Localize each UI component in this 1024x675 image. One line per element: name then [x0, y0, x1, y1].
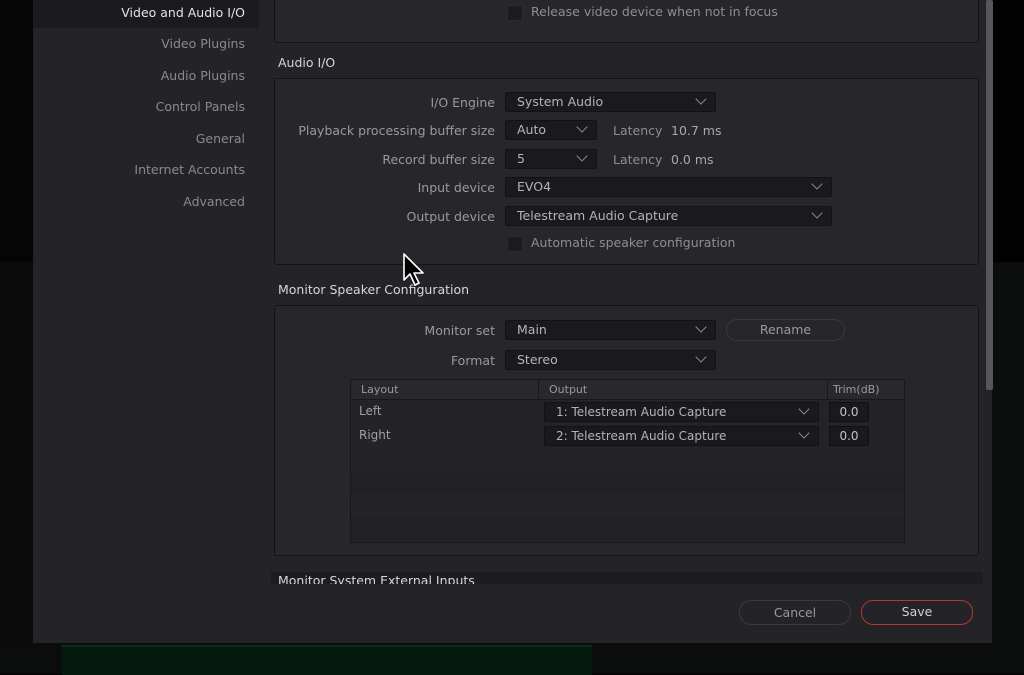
preferences-content: Release video device when not in focus A…	[269, 0, 985, 643]
monitor-set-value: Main	[517, 322, 547, 337]
playback-buffer-value: Auto	[517, 122, 547, 137]
table-header: Layout Output Trim(dB)	[351, 380, 904, 400]
save-button[interactable]: Save	[861, 600, 973, 625]
format-select[interactable]: Stereo	[505, 350, 716, 370]
external-inputs-title: Monitor System External Inputs	[278, 573, 475, 584]
playback-latency-value: 10.7 ms	[671, 123, 722, 138]
sidebar-item-control-panels[interactable]: Control Panels	[33, 91, 259, 122]
chevron-down-icon	[811, 207, 823, 219]
audio-io-panel: I/O Engine System Audio Playback process…	[274, 78, 979, 265]
sidebar-item-advanced[interactable]: Advanced	[33, 186, 259, 217]
monitor-set-label: Monitor set	[424, 323, 495, 338]
layout-cell: Left	[359, 404, 382, 418]
header-layout: Layout	[361, 383, 399, 396]
record-latency-label: Latency	[613, 152, 663, 167]
input-device-select[interactable]: EVO4	[505, 177, 832, 197]
chevron-down-icon	[576, 150, 588, 162]
table-row-empty	[351, 448, 904, 471]
output-select[interactable]: 2: Telestream Audio Capture	[544, 426, 819, 446]
chevron-down-icon	[695, 321, 707, 333]
sidebar-item-label: Audio Plugins	[160, 68, 245, 83]
rename-button[interactable]: Rename	[726, 319, 845, 341]
chevron-down-icon	[811, 178, 823, 190]
monitor-speaker-title: Monitor Speaker Configuration	[278, 282, 470, 297]
header-output: Output	[549, 383, 588, 396]
sidebar-item-label: General	[195, 131, 245, 146]
sidebar-item-label: Video and Audio I/O	[121, 5, 245, 20]
playback-latency-label: Latency	[613, 123, 663, 138]
record-buffer-select[interactable]: 5	[505, 149, 597, 169]
cancel-button[interactable]: Cancel	[739, 600, 851, 625]
table-row: Left 1: Telestream Audio Capture 0.0	[351, 400, 904, 423]
sidebar-item-label: Advanced	[183, 194, 245, 209]
output-device-label: Output device	[406, 209, 495, 224]
sidebar-item-general[interactable]: General	[33, 123, 259, 154]
sidebar-item-label: Control Panels	[155, 99, 245, 114]
table-row-empty	[351, 494, 904, 517]
chevron-down-icon	[798, 403, 810, 415]
release-video-device-label: Release video device when not in focus	[531, 4, 778, 19]
monitor-speaker-panel: Monitor set Main Rename Format Stereo La…	[274, 305, 979, 556]
sidebar-item-video-audio-io[interactable]: Video and Audio I/O	[33, 0, 259, 28]
header-trim: Trim(dB)	[833, 383, 880, 396]
table-row-empty	[351, 471, 904, 494]
playback-buffer-label: Playback processing buffer size	[298, 123, 495, 138]
mouse-cursor-icon	[403, 253, 424, 286]
auto-speaker-checkbox[interactable]	[507, 236, 523, 252]
chevron-down-icon	[695, 93, 707, 105]
io-engine-select[interactable]: System Audio	[505, 92, 716, 112]
sidebar-item-audio-plugins[interactable]: Audio Plugins	[33, 60, 259, 91]
auto-speaker-label: Automatic speaker configuration	[531, 235, 736, 250]
input-device-label: Input device	[417, 180, 495, 195]
preferences-dialog: Video and Audio I/O Video Plugins Audio …	[33, 0, 993, 643]
table-row-empty	[351, 517, 904, 540]
sidebar-item-label: Internet Accounts	[134, 162, 245, 177]
table-row: Right 2: Telestream Audio Capture 0.0	[351, 424, 904, 447]
output-value: 1: Telestream Audio Capture	[556, 405, 727, 419]
preferences-sidebar: Video and Audio I/O Video Plugins Audio …	[33, 0, 259, 643]
trim-input[interactable]: 0.0	[829, 402, 869, 422]
monitor-set-select[interactable]: Main	[505, 320, 716, 340]
layout-cell: Right	[359, 428, 391, 442]
background-app-area	[0, 262, 33, 673]
trim-input[interactable]: 0.0	[829, 426, 869, 446]
chevron-down-icon	[798, 427, 810, 439]
background-audio-clip	[62, 645, 592, 675]
sidebar-item-label: Video Plugins	[161, 36, 245, 51]
audio-io-title: Audio I/O	[278, 55, 336, 70]
format-label: Format	[450, 353, 495, 368]
output-value: 2: Telestream Audio Capture	[556, 429, 727, 443]
output-select[interactable]: 1: Telestream Audio Capture	[544, 402, 819, 422]
speaker-layout-table: Layout Output Trim(dB) Left 1: Telestrea…	[350, 379, 905, 543]
io-engine-value: System Audio	[517, 94, 604, 109]
record-buffer-value: 5	[517, 151, 525, 166]
output-device-value: Telestream Audio Capture	[517, 208, 679, 223]
record-latency-value: 0.0 ms	[671, 152, 714, 167]
input-device-value: EVO4	[517, 179, 552, 194]
sidebar-item-video-plugins[interactable]: Video Plugins	[33, 28, 259, 59]
io-engine-label: I/O Engine	[430, 95, 495, 110]
playback-buffer-select[interactable]: Auto	[505, 120, 597, 140]
chevron-down-icon	[695, 351, 707, 363]
release-video-device-checkbox[interactable]	[507, 5, 523, 21]
background-app-area-right-lower	[992, 262, 1024, 673]
content-scrollbar[interactable]	[986, 0, 993, 390]
format-value: Stereo	[517, 352, 558, 367]
video-io-panel: Release video device when not in focus	[274, 0, 979, 43]
sidebar-item-internet-accounts[interactable]: Internet Accounts	[33, 154, 259, 185]
chevron-down-icon	[576, 121, 588, 133]
output-device-select[interactable]: Telestream Audio Capture	[505, 206, 832, 226]
external-inputs-header: Monitor System External Inputs	[271, 572, 983, 584]
record-buffer-label: Record buffer size	[382, 152, 495, 167]
